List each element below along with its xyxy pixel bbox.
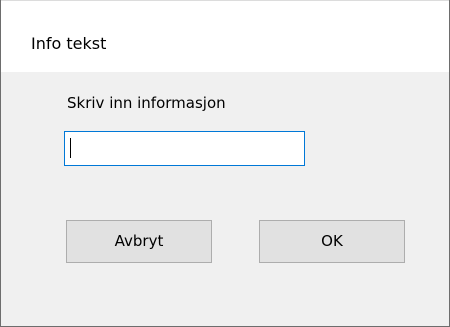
text-caret xyxy=(70,138,71,158)
dialog-window: Info tekst Skriv inn informasjon Avbryt … xyxy=(0,0,450,327)
title-bar-top-edge xyxy=(1,0,449,1)
title-bar[interactable]: Info tekst xyxy=(1,0,449,72)
window-title: Info tekst xyxy=(31,34,107,53)
cancel-button[interactable]: Avbryt xyxy=(66,220,212,263)
ok-button[interactable]: OK xyxy=(259,220,405,263)
information-input[interactable] xyxy=(64,131,305,166)
prompt-label: Skriv inn informasjon xyxy=(67,94,226,112)
